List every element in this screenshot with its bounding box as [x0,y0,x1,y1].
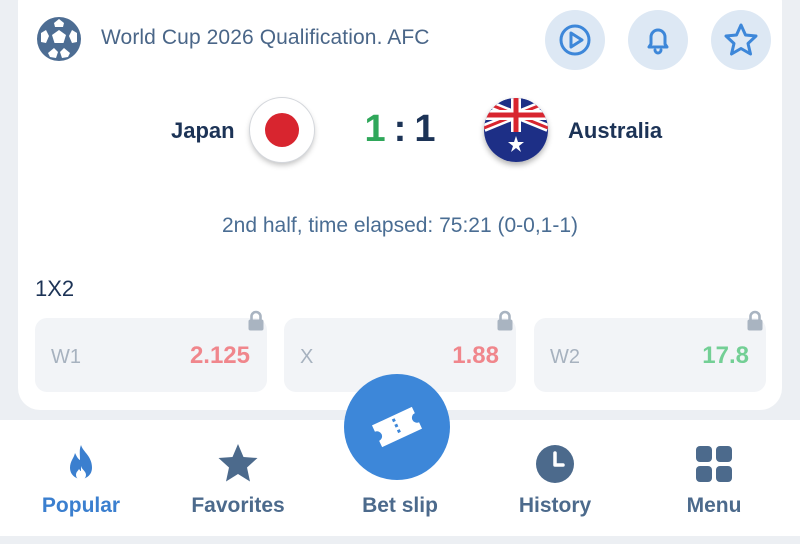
away-score: 1 [414,108,436,150]
nav-label: Menu [686,494,742,517]
ticket-icon [371,406,423,448]
odd-value: 1.88 [452,342,499,369]
nav-item-menu[interactable]: Menu [634,420,794,536]
odd-label: W2 [550,346,580,368]
odd-value: 17.8 [702,342,749,369]
grid-icon [696,446,732,482]
favorite-button[interactable] [711,10,771,70]
japan-flag-icon [250,98,314,162]
match-status: 2nd half, time elapsed: 75:21 (0-0,1-1) [221,214,579,237]
nav-label: Popular [41,494,121,517]
australia-flag-icon [484,98,548,162]
play-button[interactable] [545,10,605,70]
odd-w1-button[interactable]: W1 2.125 [35,310,267,392]
lock-icon [248,310,264,331]
home-team-name: Japan [171,118,235,143]
score: 1:1 [340,108,460,151]
nav-label: History [518,494,592,517]
odd-label: X [300,346,314,368]
odd-w2-button[interactable]: W2 17.8 [534,310,766,392]
away-team-name: Australia [568,118,663,143]
bet-slip-label[interactable]: Bet slip [320,494,480,518]
soccer-ball-icon [37,17,81,61]
league-title[interactable]: World Cup 2026 Qualification. AFC [101,26,430,50]
score-separator: : [393,108,407,150]
odd-value: 2.125 [189,342,250,369]
bell-icon [647,28,669,55]
odd-label: W1 [51,346,81,368]
nav-item-popular[interactable]: Popular [1,420,161,536]
market-title: 1X2 [35,276,75,301]
lock-icon [747,310,763,331]
star-icon [724,23,758,56]
nav-item-history[interactable]: History [475,420,635,536]
lock-icon [497,310,513,331]
star-icon [218,444,258,482]
notifications-button[interactable] [628,10,688,70]
play-icon [559,24,591,56]
flame-icon [70,445,92,480]
clock-icon [536,445,574,483]
nav-label: Favorites [191,494,285,517]
bet-slip-button[interactable] [344,374,450,480]
nav-item-favorites[interactable]: Favorites [158,420,318,536]
home-score: 1 [364,108,386,150]
